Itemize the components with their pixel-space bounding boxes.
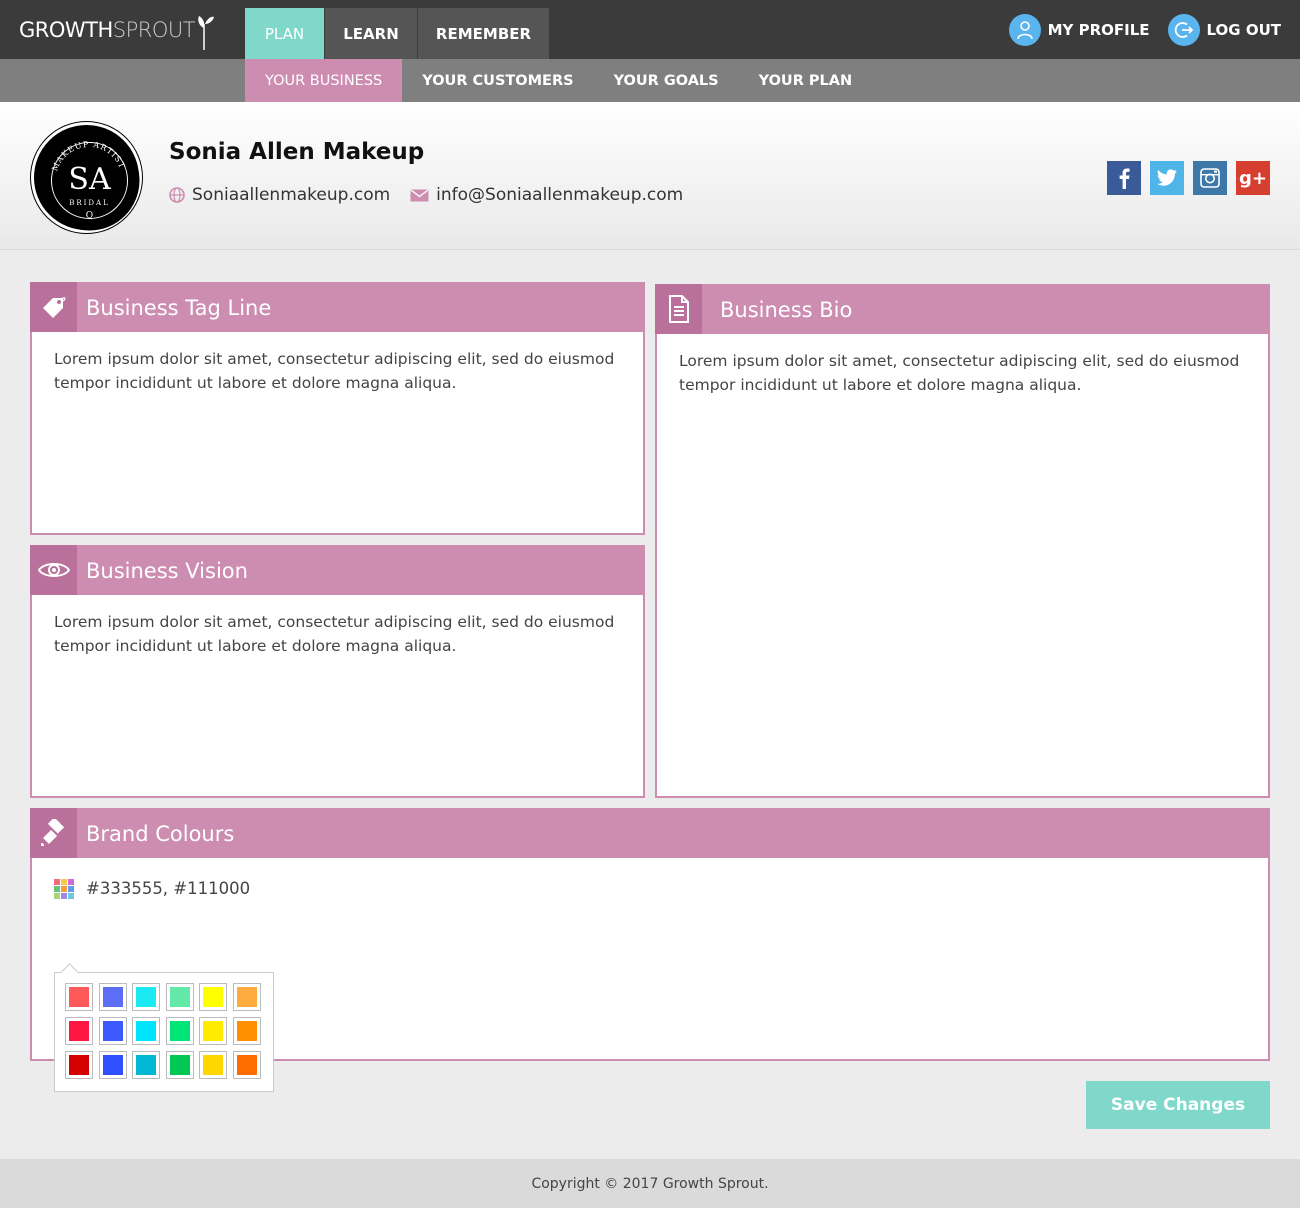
colour-swatch[interactable] <box>65 1051 93 1079</box>
brand-colours-card: Brand Colours #333555, #111000 <box>30 808 1270 1092</box>
logout-icon <box>1167 14 1200 46</box>
tab-remember[interactable]: REMEMBER <box>418 8 550 59</box>
card-header: Business Tag Line <box>30 282 643 332</box>
website-text: Soniaallenmakeup.com <box>192 185 391 205</box>
colour-swatch[interactable] <box>165 1017 194 1045</box>
colour-value-line: #333555, #111000 <box>54 877 1246 901</box>
save-changes-button[interactable]: Save Changes <box>1086 1081 1270 1129</box>
email-contact[interactable]: info@Soniaallenmakeup.com <box>410 185 683 205</box>
card-title: Brand Colours <box>86 822 235 846</box>
palette-icon[interactable] <box>54 879 74 899</box>
card-title: Business Bio <box>720 298 853 322</box>
logo-text-sprout: SPROUT <box>112 18 196 42</box>
logo-small-text: Q <box>86 211 93 221</box>
colour-picker-popup <box>54 972 274 1092</box>
brand-colour-values[interactable]: #333555, #111000 <box>86 877 250 901</box>
colour-swatch[interactable] <box>199 1017 227 1045</box>
card-header: Brand Colours <box>30 808 1268 858</box>
colour-swatch[interactable] <box>98 983 127 1011</box>
colour-swatch[interactable] <box>232 1017 261 1045</box>
colour-swatch[interactable] <box>132 983 160 1011</box>
footer: Copyright © 2017 Growth Sprout. <box>0 1159 1300 1208</box>
tab-learn[interactable]: LEARN <box>325 8 418 59</box>
envelope-icon <box>410 188 429 202</box>
colour-swatch[interactable] <box>165 1051 194 1079</box>
sub-tab-label: YOUR PLAN <box>758 72 853 89</box>
card-title: Business Vision <box>86 559 248 583</box>
google-plus-icon[interactable]: g+ <box>1236 161 1270 195</box>
business-profile-header: MAKEUP ARTIST SA BRIDAL Q Sonia Allen Ma… <box>0 102 1300 250</box>
colour-swatch[interactable] <box>232 1051 261 1079</box>
logo-monogram: SA <box>68 162 111 197</box>
colour-swatch[interactable] <box>232 983 261 1011</box>
business-vision-card: Business Vision Lorem ipsum dolor sit am… <box>30 545 645 798</box>
sprout-leaf-icon <box>198 16 214 50</box>
colour-swatch[interactable] <box>199 983 227 1011</box>
vision-text[interactable]: Lorem ipsum dolor sit amet, consectetur … <box>32 595 643 673</box>
paint-brush-icon <box>30 808 77 858</box>
logo-text-growth: GROWTH <box>19 18 113 42</box>
bio-text[interactable]: Lorem ipsum dolor sit amet, consectetur … <box>657 334 1268 412</box>
user-links: MY PROFILE LOG OUT <box>1008 14 1281 46</box>
business-logo[interactable]: MAKEUP ARTIST SA BRIDAL Q <box>31 122 142 233</box>
tab-your-business[interactable]: YOUR BUSINESS <box>245 59 403 102</box>
colour-swatch[interactable] <box>132 1017 160 1045</box>
tab-your-goals[interactable]: YOUR GOALS <box>594 59 739 102</box>
colour-swatch[interactable] <box>65 1017 93 1045</box>
colour-swatch[interactable] <box>65 983 93 1011</box>
sub-tab-label: YOUR CUSTOMERS <box>422 72 574 89</box>
my-profile-link[interactable]: MY PROFILE <box>1008 14 1150 46</box>
instagram-icon[interactable] <box>1193 161 1227 195</box>
tag-line-text[interactable]: Lorem ipsum dolor sit amet, consectetur … <box>32 332 643 410</box>
tab-your-plan[interactable]: YOUR PLAN <box>739 59 873 102</box>
colour-swatch[interactable] <box>98 1017 127 1045</box>
copyright-text: Copyright © 2017 Growth Sprout. <box>531 1175 769 1192</box>
my-profile-label: MY PROFILE <box>1047 21 1150 39</box>
contact-info: Soniaallenmakeup.com info@Soniaallenmake… <box>169 185 703 205</box>
business-tag-line-card: Business Tag Line Lorem ipsum dolor sit … <box>30 282 645 535</box>
colour-swatch[interactable] <box>98 1051 127 1079</box>
tab-plan[interactable]: PLAN <box>245 8 325 59</box>
colour-swatch[interactable] <box>165 983 194 1011</box>
business-bio-card: Business Bio Lorem ipsum dolor sit amet,… <box>655 284 1270 798</box>
tab-label: LEARN <box>343 24 399 43</box>
twitter-icon[interactable] <box>1150 161 1184 195</box>
sub-nav-bar: YOUR BUSINESS YOUR CUSTOMERS YOUR GOALS … <box>0 59 1300 102</box>
tab-your-customers[interactable]: YOUR CUSTOMERS <box>402 59 593 102</box>
growth-sprout-logo[interactable]: GROWTH SPROUT <box>19 8 214 52</box>
email-text: info@Soniaallenmakeup.com <box>436 185 684 205</box>
google-plus-label: g+ <box>1239 167 1267 189</box>
sub-tab-label: YOUR GOALS <box>613 72 719 89</box>
colour-swatch[interactable] <box>199 1051 227 1079</box>
social-links: g+ <box>1107 161 1270 195</box>
business-logo-graphic: MAKEUP ARTIST SA BRIDAL Q <box>39 130 140 231</box>
business-name: Sonia Allen Makeup <box>169 139 425 165</box>
main-tabs: PLAN LEARN REMEMBER <box>245 8 550 59</box>
globe-icon <box>169 187 185 203</box>
website-contact[interactable]: Soniaallenmakeup.com <box>169 185 390 205</box>
document-icon <box>655 284 702 334</box>
card-header: Business Bio <box>655 284 1268 334</box>
tab-label: REMEMBER <box>435 24 532 43</box>
tag-icon <box>30 282 77 332</box>
log-out-link[interactable]: LOG OUT <box>1167 14 1281 46</box>
card-title: Business Tag Line <box>86 296 272 320</box>
log-out-label: LOG OUT <box>1206 21 1281 39</box>
card-header: Business Vision <box>30 545 643 595</box>
brand-colours-body: #333555, #111000 <box>32 858 1268 1092</box>
sub-tabs: YOUR BUSINESS YOUR CUSTOMERS YOUR GOALS … <box>245 59 872 102</box>
logo-bridal-text: BRIDAL <box>69 199 110 207</box>
user-icon <box>1008 14 1041 46</box>
swatch-grid <box>65 983 263 1079</box>
colour-swatch[interactable] <box>132 1051 160 1079</box>
tab-label: PLAN <box>264 24 305 43</box>
sub-tab-label: YOUR BUSINESS <box>265 72 383 89</box>
top-nav-bar: GROWTH SPROUT PLAN LEARN REMEMBER MY PROF… <box>0 0 1300 59</box>
facebook-icon[interactable] <box>1107 161 1141 195</box>
eye-icon <box>30 545 77 595</box>
